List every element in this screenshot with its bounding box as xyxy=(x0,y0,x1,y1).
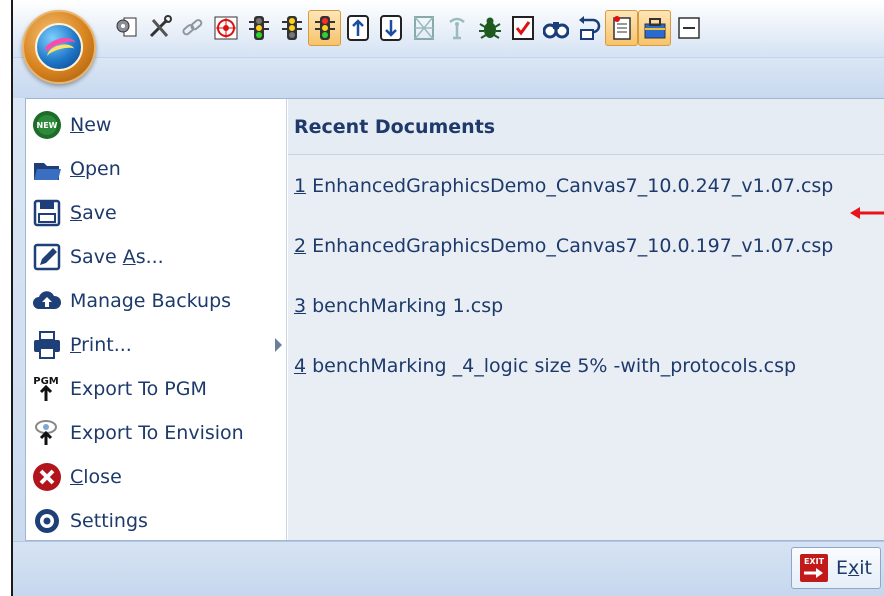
menu-footer-bar xyxy=(13,541,884,596)
bug-icon[interactable] xyxy=(473,10,506,46)
arrow-down-box-icon[interactable] xyxy=(374,10,407,46)
recent-documents-pane: Recent Documents 1 EnhancedGraphicsDemo_C… xyxy=(288,99,884,540)
ribbon-band xyxy=(13,58,884,98)
app-logo-icon xyxy=(35,23,83,71)
traffic-light-green-icon[interactable] xyxy=(242,10,275,46)
traffic-light-yellow-icon[interactable] xyxy=(275,10,308,46)
menu-item-manage-backups[interactable]: Manage Backups xyxy=(30,281,282,321)
quick-access-toolbar xyxy=(110,10,704,46)
svg-text:NEW: NEW xyxy=(37,121,58,130)
cloud-upload-icon xyxy=(30,284,64,318)
envision-export-icon xyxy=(30,416,64,450)
traffic-light-red-icon[interactable] xyxy=(308,10,341,46)
undo-arrow-icon[interactable] xyxy=(572,10,605,46)
new-badge-icon: NEW xyxy=(30,108,64,142)
exit-sign-icon: EXIT xyxy=(798,552,830,584)
folder-open-icon xyxy=(30,152,64,186)
menu-item-save[interactable]: Save xyxy=(30,193,282,233)
document-list-icon[interactable] xyxy=(605,10,638,46)
close-x-icon xyxy=(30,460,64,494)
pgm-export-icon: PGM xyxy=(30,372,64,406)
grid-tower-icon[interactable] xyxy=(407,10,440,46)
file-menu-commands: NEW New Open Save Save As... Manage Back… xyxy=(26,99,287,540)
menu-item-open[interactable]: Open xyxy=(30,149,282,189)
application-window: NEW New Open Save Save As... Manage Back… xyxy=(0,0,884,596)
application-menu-button[interactable] xyxy=(22,10,96,84)
exit-button[interactable]: EXIT Exit xyxy=(791,547,881,589)
menu-item-print[interactable]: Print... xyxy=(30,325,282,365)
link-icon[interactable] xyxy=(176,10,209,46)
menu-item-new[interactable]: NEW New xyxy=(30,105,282,145)
menu-item-settings[interactable]: Settings xyxy=(30,501,282,541)
settings-gear-icon xyxy=(30,504,64,538)
antenna-icon[interactable] xyxy=(440,10,473,46)
recent-document-item[interactable]: 3 benchMarking 1.csp xyxy=(294,286,503,326)
menu-item-save-as[interactable]: Save As... xyxy=(30,237,282,277)
recent-document-item[interactable]: 4 benchMarking _4_logic size 5% -with_pro… xyxy=(294,346,796,386)
gear-document-icon[interactable] xyxy=(110,10,143,46)
target-icon[interactable] xyxy=(209,10,242,46)
floppy-disk-icon xyxy=(30,196,64,230)
printer-icon xyxy=(30,328,64,362)
minus-icon[interactable] xyxy=(671,10,704,46)
checkmark-box-icon[interactable] xyxy=(506,10,539,46)
binoculars-icon[interactable] xyxy=(539,10,572,46)
menu-item-close[interactable]: Close xyxy=(30,457,282,497)
red-annotation-arrow xyxy=(850,207,884,219)
recent-document-item[interactable]: 2 EnhancedGraphicsDemo_Canvas7_10.0.197_v… xyxy=(294,226,833,266)
svg-text:EXIT: EXIT xyxy=(804,557,825,566)
arrow-up-box-icon[interactable] xyxy=(341,10,374,46)
recent-documents-header: Recent Documents xyxy=(288,99,884,155)
tools-icon[interactable] xyxy=(143,10,176,46)
menu-item-export-pgm[interactable]: PGM Export To PGM xyxy=(30,369,282,409)
toolbox-icon[interactable] xyxy=(638,10,671,46)
menu-item-export-envision[interactable]: Export To Envision xyxy=(30,413,282,453)
file-menu-panel: NEW New Open Save Save As... Manage Back… xyxy=(25,98,884,541)
save-as-pencil-icon xyxy=(30,240,64,274)
submenu-arrow-icon xyxy=(275,338,282,352)
recent-document-item[interactable]: 1 EnhancedGraphicsDemo_Canvas7_10.0.247_v… xyxy=(294,166,833,206)
